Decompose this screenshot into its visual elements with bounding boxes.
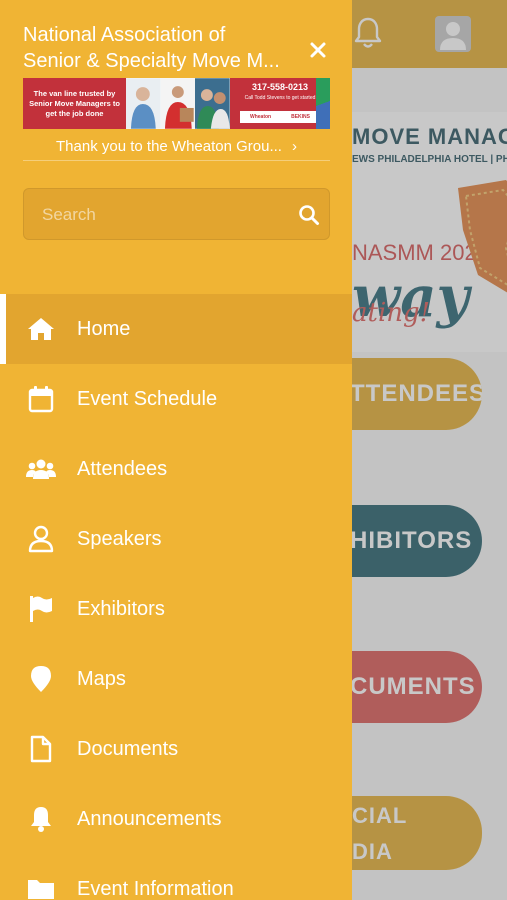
ad-contact: 317-558-0213 Call Todd Stevens to get st… bbox=[230, 78, 330, 129]
menu-item-event-schedule[interactable]: Event Schedule bbox=[0, 364, 352, 434]
sponsor-text: Thank you to the Wheaton Grou... bbox=[56, 137, 282, 155]
menu-item-label: Attendees bbox=[77, 457, 168, 480]
menu-item-attendees[interactable]: Attendees bbox=[0, 434, 352, 504]
ad-logos: Wheaton BEKINS bbox=[240, 111, 320, 123]
close-drawer-button[interactable] bbox=[304, 36, 332, 64]
menu-item-exhibitors[interactable]: Exhibitors bbox=[0, 574, 352, 644]
bell-icon bbox=[26, 804, 56, 834]
ad-photo-1 bbox=[126, 78, 161, 129]
menu-item-label: Home bbox=[77, 317, 131, 340]
navigation-drawer: National Association of Senior & Special… bbox=[0, 0, 352, 900]
chevron-right-icon: › bbox=[291, 137, 297, 155]
close-icon bbox=[310, 42, 326, 58]
search-box bbox=[23, 188, 330, 241]
home-icon bbox=[26, 314, 56, 344]
ad-corner-decoration bbox=[316, 78, 330, 129]
ad-cta: Call Todd Stevens to get started bbox=[244, 95, 316, 101]
menu-item-announcements[interactable]: Announcements bbox=[0, 784, 352, 854]
menu-item-speakers[interactable]: Speakers bbox=[0, 504, 352, 574]
menu-item-event-information[interactable]: Event Information bbox=[0, 854, 352, 900]
search-input[interactable] bbox=[40, 189, 294, 241]
ad-logo-bekins: BEKINS bbox=[291, 114, 310, 120]
ad-photos bbox=[126, 78, 231, 129]
folder-icon bbox=[26, 874, 56, 900]
divider bbox=[23, 160, 330, 161]
organization-title: National Association of Senior & Special… bbox=[23, 22, 313, 74]
flag-icon bbox=[26, 594, 56, 624]
ad-phone: 317-558-0213 bbox=[251, 82, 309, 92]
sponsor-link[interactable]: Thank you to the Wheaton Grou... › bbox=[23, 133, 330, 159]
ad-photo-3 bbox=[195, 78, 231, 129]
menu-item-label: Exhibitors bbox=[77, 597, 165, 620]
ad-tagline: The van line trusted by Senior Move Mana… bbox=[23, 78, 126, 129]
menu-item-label: Event Schedule bbox=[77, 387, 218, 410]
people-icon bbox=[26, 454, 56, 484]
menu-item-home[interactable]: Home bbox=[0, 294, 352, 364]
menu-item-label: Documents bbox=[77, 737, 179, 760]
navigation-menu: Home Event Schedule Attendees Speakers E… bbox=[0, 294, 352, 900]
sponsor-ad-banner[interactable]: The van line trusted by Senior Move Mana… bbox=[23, 78, 330, 129]
search-icon[interactable] bbox=[298, 204, 320, 226]
document-icon bbox=[26, 734, 56, 764]
organization-title-line1: National Association of bbox=[23, 24, 226, 46]
menu-item-maps[interactable]: Maps bbox=[0, 644, 352, 714]
ad-logo-wheaton: Wheaton bbox=[249, 114, 272, 120]
menu-item-label: Announcements bbox=[77, 807, 222, 830]
menu-item-label: Event Information bbox=[77, 877, 234, 900]
user-icon bbox=[26, 524, 56, 554]
calendar-icon bbox=[26, 384, 56, 414]
menu-item-label: Speakers bbox=[77, 527, 162, 550]
menu-item-label: Maps bbox=[77, 667, 126, 690]
map-pin-icon bbox=[26, 664, 56, 694]
menu-item-documents[interactable]: Documents bbox=[0, 714, 352, 784]
ad-photo-2 bbox=[160, 78, 196, 129]
organization-title-line2: Senior & Specialty Move M... bbox=[23, 50, 280, 72]
